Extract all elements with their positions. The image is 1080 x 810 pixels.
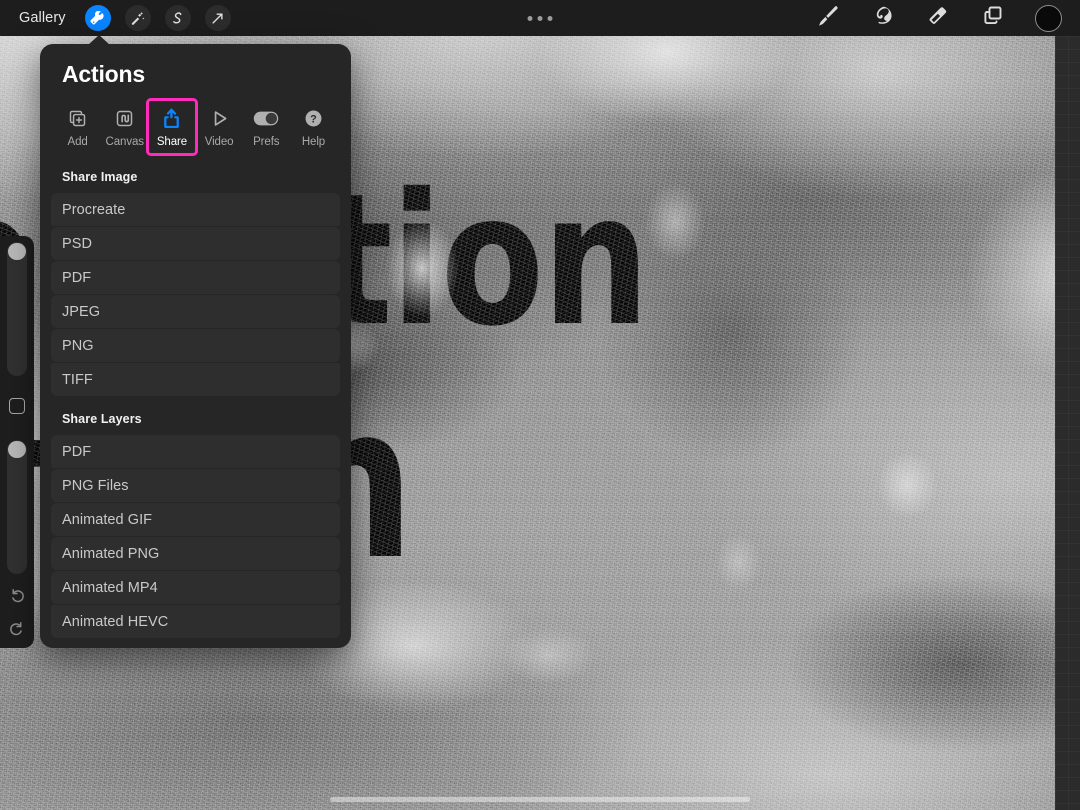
s-curve-icon [170, 11, 185, 26]
procreate-app: plication ation Gallery [0, 0, 1080, 810]
redo-arrow-icon [8, 619, 26, 642]
undo-arrow-icon [8, 586, 26, 609]
top-toolbar: Gallery [0, 0, 1080, 36]
dot-icon [537, 15, 543, 21]
transform-button[interactable] [204, 5, 231, 31]
layers-icon [981, 4, 1005, 33]
wand-icon [130, 11, 145, 26]
option-layers-animated-png[interactable]: Animated PNG [51, 537, 340, 570]
paint-tool-button[interactable] [815, 5, 841, 31]
section-header-share-image: Share Image [62, 170, 138, 184]
selection-button[interactable] [164, 5, 191, 31]
option-png[interactable]: PNG [51, 329, 340, 362]
toggle-switch-icon [253, 107, 279, 130]
left-sidebar [0, 236, 34, 648]
share-icon [161, 107, 182, 130]
brush-opacity-slider[interactable] [7, 440, 27, 574]
layers-button[interactable] [980, 5, 1006, 31]
option-tiff[interactable]: TIFF [51, 363, 340, 396]
adjustments-button[interactable] [124, 5, 151, 31]
share-layers-option-list: PDF PNG Files Animated GIF Animated PNG … [40, 435, 351, 638]
option-layers-animated-mp4[interactable]: Animated MP4 [51, 571, 340, 604]
smudge-icon [871, 4, 895, 33]
brush-opacity-thumb[interactable] [8, 441, 26, 458]
option-procreate[interactable]: Procreate [51, 193, 340, 226]
toolbar-right-group [815, 4, 1080, 32]
tab-video-label: Video [204, 136, 234, 148]
option-layers-png-files[interactable]: PNG Files [51, 469, 340, 502]
option-layers-animated-gif[interactable]: Animated GIF [51, 503, 340, 536]
tab-video[interactable]: Video [196, 100, 243, 154]
undo-button[interactable] [6, 586, 28, 608]
option-psd[interactable]: PSD [51, 227, 340, 260]
tab-help-label: Help [301, 136, 326, 148]
tab-share-label: Share [156, 136, 188, 148]
transparency-checker [1055, 36, 1080, 810]
option-layers-animated-hevc[interactable]: Animated HEVC [51, 605, 340, 638]
home-indicator [330, 797, 750, 802]
tab-help[interactable]: ? Help [290, 100, 337, 154]
panel-tab-strip: Add Canvas Share Video Prefs ? Help [40, 88, 351, 156]
actions-panel: Actions Add Canvas Share Video Prefs ? H… [40, 35, 351, 648]
panel-pointer-notch [88, 35, 110, 45]
tab-canvas[interactable]: Canvas [101, 100, 148, 154]
tab-share[interactable]: Share [146, 98, 198, 156]
gallery-button[interactable]: Gallery [14, 8, 71, 28]
dot-icon [527, 15, 533, 21]
smudge-tool-button[interactable] [870, 5, 896, 31]
paintbrush-icon [816, 4, 840, 33]
modify-button[interactable] [9, 398, 25, 414]
play-icon [209, 107, 230, 130]
section-header-share-layers: Share Layers [62, 412, 142, 426]
svg-text:?: ? [310, 113, 317, 125]
add-square-icon [67, 107, 88, 130]
actions-wrench-button[interactable] [84, 5, 111, 31]
wrench-icon [90, 10, 105, 26]
option-pdf[interactable]: PDF [51, 261, 340, 294]
question-circle-icon: ? [303, 107, 324, 130]
tab-prefs-label: Prefs [253, 136, 280, 148]
canvas-icon [114, 107, 135, 130]
option-jpeg[interactable]: JPEG [51, 295, 340, 328]
color-swatch-button[interactable] [1035, 4, 1062, 32]
tab-canvas-label: Canvas [105, 136, 145, 148]
panel-title: Actions [62, 61, 145, 87]
arrow-icon [210, 11, 225, 26]
option-layers-pdf[interactable]: PDF [51, 435, 340, 468]
redo-button[interactable] [6, 619, 28, 641]
erase-tool-button[interactable] [925, 5, 951, 31]
tab-add[interactable]: Add [54, 100, 101, 154]
tab-add-label: Add [67, 136, 88, 148]
dot-icon [547, 15, 553, 21]
eraser-icon [926, 4, 950, 33]
share-image-option-list: Procreate PSD PDF JPEG PNG TIFF [40, 193, 351, 396]
tab-prefs[interactable]: Prefs [243, 100, 290, 154]
brush-size-slider[interactable] [7, 242, 27, 376]
brush-size-thumb[interactable] [8, 243, 26, 260]
overflow-menu-button[interactable] [527, 15, 553, 21]
toolbar-left-group: Gallery [0, 5, 231, 31]
